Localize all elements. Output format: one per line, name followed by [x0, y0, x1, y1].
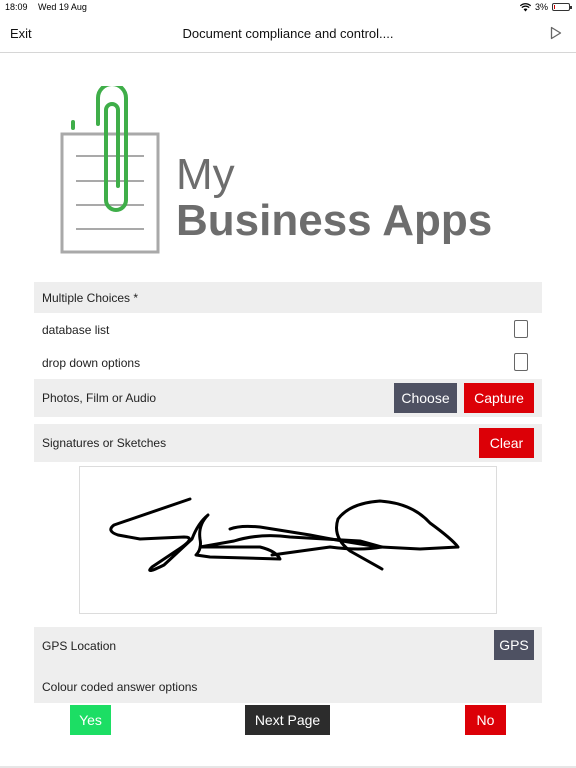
colour-options-row: Colour coded answer options [34, 665, 542, 703]
capture-button[interactable]: Capture [464, 383, 534, 413]
media-row: Photos, Film or Audio Choose Capture [34, 379, 542, 417]
page-title: Document compliance and control.... [182, 26, 394, 41]
choice-label: drop down options [42, 356, 141, 370]
status-date: Wed 19 Aug [38, 2, 87, 12]
app-logo: My Business Apps [56, 82, 506, 261]
choice-checkbox[interactable] [514, 353, 528, 371]
choice-row-drop-down-options[interactable]: drop down options [34, 346, 542, 379]
logo-text-business-apps: Business Apps [176, 196, 493, 245]
gps-row: GPS Location GPS [34, 627, 542, 665]
choice-checkbox[interactable] [514, 320, 528, 338]
clear-button[interactable]: Clear [479, 428, 534, 458]
wifi-icon [519, 2, 531, 11]
gps-button[interactable]: GPS [494, 630, 534, 660]
media-label: Photos, Film or Audio [42, 391, 157, 405]
next-page-button[interactable]: Next Page [245, 705, 330, 735]
play-arrow-icon[interactable] [550, 26, 562, 40]
multiple-choices-header: Multiple Choices * [34, 282, 542, 313]
no-button[interactable]: No [465, 705, 506, 735]
choice-row-database-list[interactable]: database list [34, 313, 542, 346]
logo-text-my: My [176, 150, 235, 199]
battery-percent: 3% [534, 2, 548, 12]
navigation-bar: Exit Document compliance and control.... [0, 16, 576, 53]
choose-button[interactable]: Choose [394, 383, 457, 413]
choice-label: database list [42, 323, 110, 337]
yes-button[interactable]: Yes [70, 705, 111, 735]
multiple-choices-label: Multiple Choices * [42, 291, 139, 305]
gps-label: GPS Location [42, 639, 117, 653]
battery-icon [552, 3, 572, 11]
signature-drawing [109, 497, 460, 572]
signature-row: Signatures or Sketches Clear [34, 424, 542, 462]
signature-label: Signatures or Sketches [42, 436, 167, 450]
status-bar: 18:09 Wed 19 Aug 3% [0, 0, 576, 16]
status-time: 18:09 [5, 2, 28, 12]
status-right-group: 3% [519, 2, 572, 12]
signature-pad[interactable] [79, 466, 497, 614]
colour-options-label: Colour coded answer options [42, 680, 198, 694]
